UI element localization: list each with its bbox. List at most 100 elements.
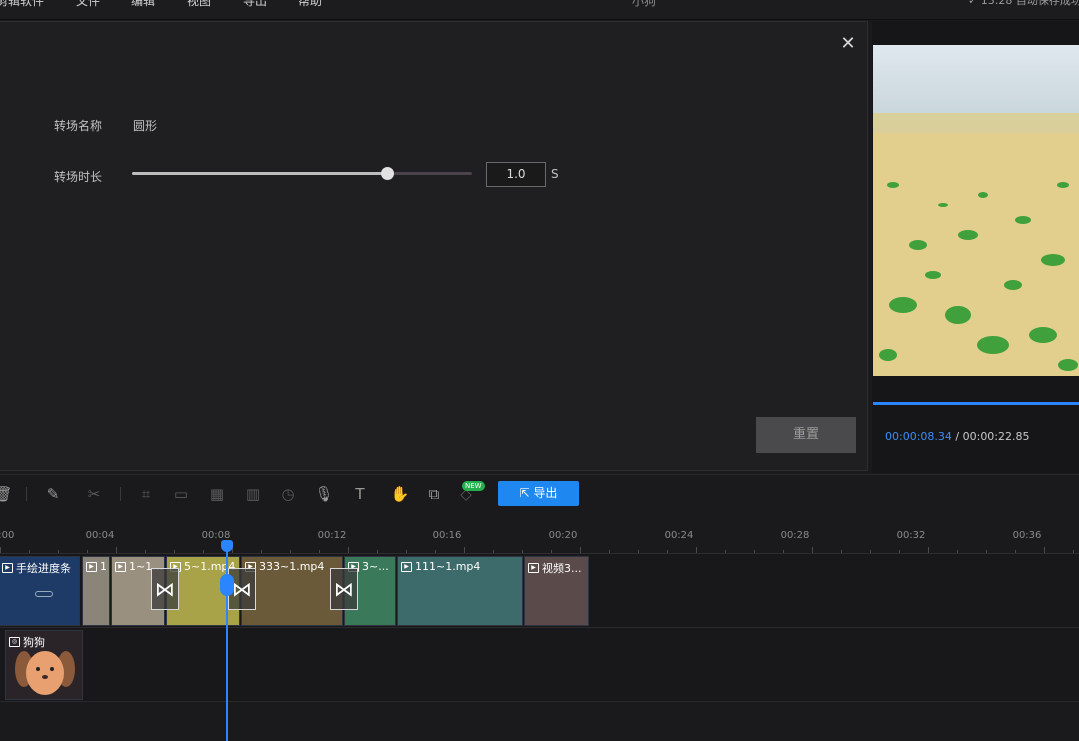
ruler-tick — [145, 550, 146, 553]
ruler-tick — [348, 547, 349, 553]
clip-label: 1 — [100, 560, 107, 573]
new-badge: NEW — [462, 481, 485, 491]
ruler-label: 00:28 — [780, 530, 810, 541]
ruler-tick — [783, 550, 784, 553]
ruler-tick — [667, 550, 668, 553]
ruler-tick — [29, 550, 30, 553]
menu-bar: 剪辑软件 文件 编辑 视图 导出 帮助 小狗 ✓ 13:28 自动保存成功 — [0, 0, 1079, 20]
progress-bar-thumbnail — [35, 591, 53, 597]
duration-input[interactable]: 1.0 — [486, 162, 546, 187]
menu-view[interactable]: 视图 — [187, 0, 211, 9]
ruler-tick — [1073, 550, 1074, 553]
clip-label: 333~1.mp4 — [259, 560, 325, 573]
menu-help[interactable]: 帮助 — [298, 0, 322, 9]
preview-panel: 00:00:08.34 / 00:00:22.85 — [872, 21, 1079, 473]
menu-file[interactable]: 文件 — [76, 0, 100, 9]
preview-progress-bar[interactable] — [873, 402, 1079, 405]
ruler-tick — [1044, 547, 1045, 553]
clip-video3[interactable]: ▶ 视频3... — [524, 556, 589, 626]
preview-frame — [873, 45, 1079, 376]
menu-export[interactable]: 导出 — [243, 0, 267, 9]
freeze-frame-icon[interactable]: ⧉ — [424, 484, 444, 504]
ruler-tick — [522, 550, 523, 553]
timeline-ruler[interactable]: 00:00 00:04 00:08 00:12 00:16 00:20 00:2… — [0, 522, 1079, 554]
speed-icon[interactable]: ◷ — [278, 484, 298, 504]
export-label: 导出 — [533, 486, 558, 500]
duration-slider-thumb[interactable] — [381, 167, 394, 180]
voice-change-icon[interactable]: ✋ — [390, 484, 410, 504]
ruler-tick — [551, 550, 552, 553]
ruler-tick — [841, 550, 842, 553]
time-separator: / — [951, 430, 963, 443]
delete-icon[interactable]: 🗑 — [0, 484, 13, 504]
clip-333-1[interactable]: ▶ 333~1.mp4 — [241, 556, 343, 626]
ruler-tick — [580, 547, 581, 553]
autosave-status: ✓ 13:28 自动保存成功 — [968, 0, 1079, 7]
reset-button[interactable]: 重置 — [756, 417, 856, 453]
ruler-label: 00:12 — [317, 530, 347, 541]
close-icon[interactable]: ✕ — [839, 34, 857, 54]
dog-icon — [15, 651, 75, 695]
ruler-tick — [870, 550, 871, 553]
edit-icon[interactable]: ✎ — [43, 484, 63, 504]
edit-toolbar: 🗑 ✎ ✂ ⌗ ▭ ▦ ▥ ◷ 🎙 T ✋ ⧉ ◇ NEW ⇱ 导出 — [0, 474, 1079, 514]
duration-slider[interactable] — [132, 167, 472, 180]
clip-dog-sticker[interactable]: ◎ 狗狗 — [5, 630, 83, 700]
clip-label: 视频3... — [542, 562, 582, 575]
ruler-tick — [58, 550, 59, 553]
clip-type-icon: ▶ — [115, 561, 126, 572]
ruler-tick — [957, 550, 958, 553]
transition-icon[interactable]: ⋈ — [151, 568, 179, 610]
ruler-tick — [493, 550, 494, 553]
ruler-tick — [725, 550, 726, 553]
transition-settings-panel: ✕ 转场名称 圆形 转场时长 1.0 S 重置 — [0, 21, 868, 471]
clip-progress-bar[interactable]: ▶ 手绘进度条 — [0, 556, 80, 626]
ruler-label: 00:36 — [1012, 530, 1042, 541]
menu-edit[interactable]: 编辑 — [131, 0, 155, 9]
playhead-knob[interactable] — [220, 574, 234, 596]
overlay-track: ◎ 狗狗 — [0, 628, 1079, 702]
ruler-tick — [290, 550, 291, 553]
ruler-tick — [261, 550, 262, 553]
export-button[interactable]: ⇱ 导出 — [498, 481, 579, 506]
ruler-tick — [0, 547, 1, 553]
toolbar-divider — [120, 487, 121, 501]
resize-icon[interactable]: ▭ — [171, 484, 191, 504]
ruler-tick — [928, 547, 929, 553]
cut-icon[interactable]: ✂ — [84, 484, 104, 504]
ruler-tick — [87, 550, 88, 553]
ruler-label: 00:20 — [548, 530, 578, 541]
crop-icon[interactable]: ⌗ — [136, 484, 156, 504]
toolbar-divider — [26, 487, 27, 501]
clip-type-icon: ▶ — [528, 563, 539, 573]
clip-111-1[interactable]: ▶ 111~1.mp4 — [397, 556, 523, 626]
ruler-tick — [812, 547, 813, 553]
export-icon: ⇱ — [519, 486, 534, 500]
ruler-tick — [203, 550, 204, 553]
microphone-icon[interactable]: 🎙 — [314, 484, 334, 504]
playhead-handle[interactable] — [221, 540, 233, 552]
ruler-label: 00:24 — [664, 530, 694, 541]
clip-type-icon: ▶ — [86, 561, 97, 572]
ruler-tick — [754, 550, 755, 553]
ruler-tick — [174, 550, 175, 553]
video-track: ▶ 手绘进度条 ▶ 1 ▶ 1~1... ▶ 5~1.mp4 ▶ 333~1.mp4 ▶ 3… — [0, 554, 1079, 628]
ruler-tick — [696, 547, 697, 553]
ruler-tick — [464, 547, 465, 553]
ruler-label: 00:04 — [85, 530, 115, 541]
text-to-speech-icon[interactable]: T — [350, 484, 370, 504]
audio-icon[interactable]: ▥ — [243, 484, 263, 504]
clip-type-icon: ▶ — [401, 561, 412, 572]
ruler-tick — [377, 550, 378, 553]
mosaic-icon[interactable]: ▦ — [207, 484, 227, 504]
ruler-tick — [899, 550, 900, 553]
ruler-tick — [638, 550, 639, 553]
ruler-label: 00:16 — [432, 530, 462, 541]
clip-label: 111~1.mp4 — [415, 560, 481, 573]
menu-app[interactable]: 剪辑软件 — [0, 0, 44, 9]
ruler-tick — [1015, 550, 1016, 553]
transition-name-label: 转场名称 — [54, 119, 103, 133]
project-title: 小狗 — [632, 0, 657, 8]
clip-1[interactable]: ▶ 1 — [82, 556, 110, 626]
transition-icon[interactable]: ⋈ — [330, 568, 358, 610]
